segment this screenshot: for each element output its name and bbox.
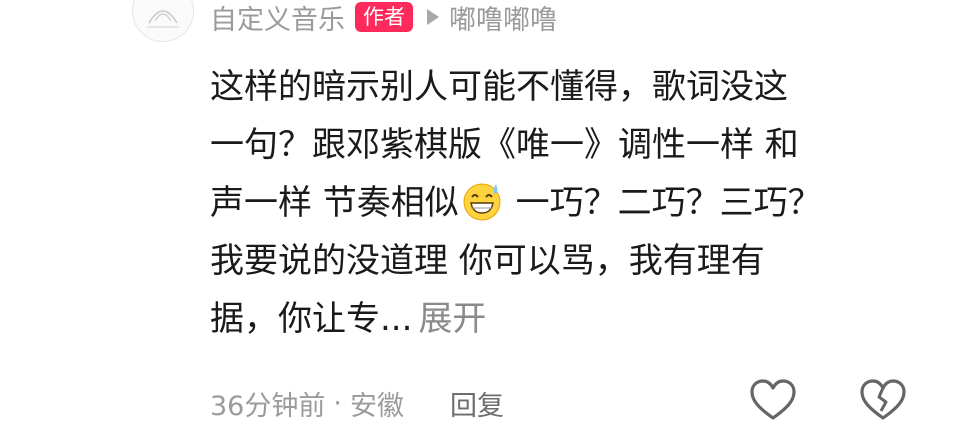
heart-outline-icon xyxy=(750,379,796,420)
music-logo-icon xyxy=(147,10,179,28)
comment-line: 声一样 节奏相似 一巧？二巧？三巧？ xyxy=(210,174,930,232)
comment-body: 这样的暗示别人可能不懂得，歌词没这 一句？跟邓紫棋版《唯一》调性一样 和 声一样… xyxy=(210,58,930,348)
comment-line: 我要说的没道理 你可以骂，我有理有 xyxy=(210,241,765,281)
play-arrow-icon xyxy=(427,9,439,25)
author-badge: 作者 xyxy=(355,2,413,32)
comment-header: 自定义音乐 作者 嘟噜嘟噜 xyxy=(210,0,557,37)
broken-heart-icon xyxy=(860,379,906,420)
avatar[interactable] xyxy=(132,0,194,42)
timestamp: 36分钟前 xyxy=(210,390,326,422)
comment-line: 据，你让专... 展开 xyxy=(210,290,930,348)
comment-line: 这样的暗示别人可能不懂得，歌词没这 xyxy=(210,67,788,107)
separator: · xyxy=(333,387,342,419)
dislike-button[interactable] xyxy=(858,377,908,423)
like-button[interactable] xyxy=(748,377,798,423)
reply-to-username[interactable]: 嘟噜嘟噜 xyxy=(449,0,557,37)
comment-text: 据，你让专... xyxy=(210,299,413,339)
location: 安徽 xyxy=(349,390,404,422)
sweat-grin-emoji-icon xyxy=(463,183,501,221)
comment-line: 一句？跟邓紫棋版《唯一》调性一样 和 xyxy=(210,125,799,165)
comment-item: 自定义音乐 作者 嘟噜嘟噜 这样的暗示别人可能不懂得，歌词没这 一句？跟邓紫棋版… xyxy=(0,0,960,428)
comment-footer: 36分钟前 · 安徽 回复 xyxy=(210,380,504,426)
username[interactable]: 自定义音乐 xyxy=(210,0,345,37)
reply-button[interactable]: 回复 xyxy=(450,384,504,423)
comment-text: 一巧？二巧？三巧？ xyxy=(504,183,822,223)
expand-button[interactable]: 展开 xyxy=(418,299,486,339)
comment-text: 声一样 节奏相似 xyxy=(210,183,459,223)
